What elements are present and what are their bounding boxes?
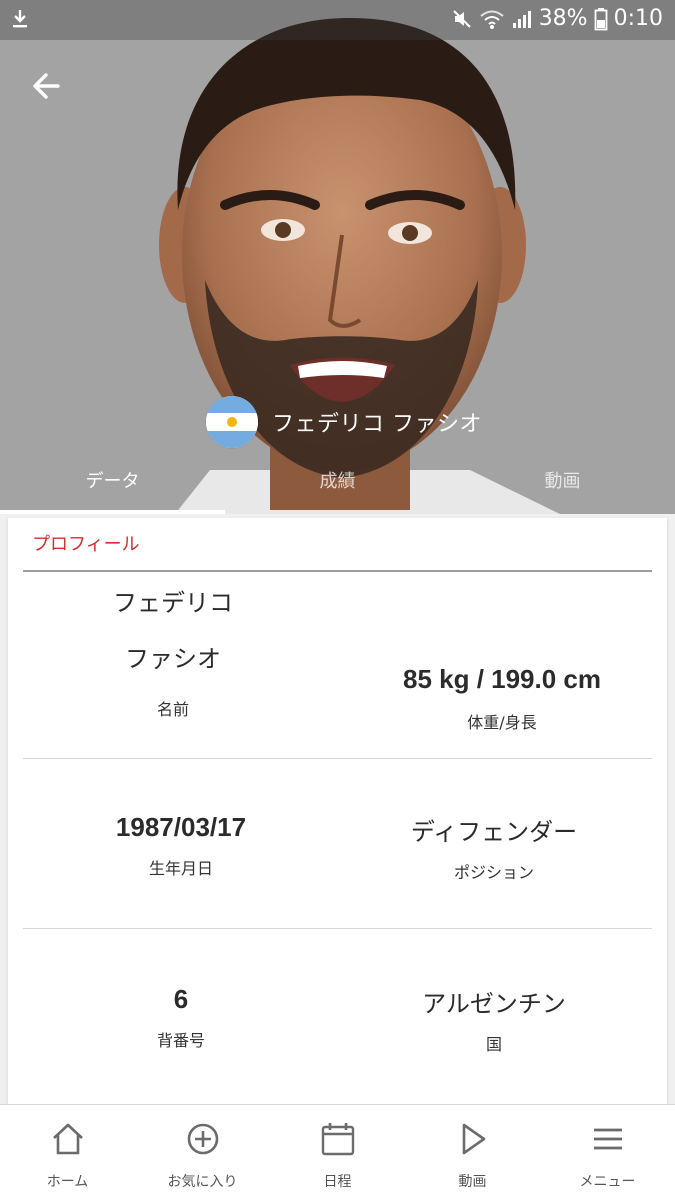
number-cell: 6 背番号 xyxy=(16,984,346,1051)
player-hero: 38% 0:10 フェデリコ ファシオ データ 成績 動画 xyxy=(0,0,675,514)
last-name: ファシオ xyxy=(125,645,221,673)
battery-percent: 38% xyxy=(538,6,588,31)
position-cell: ディフェンダー ポジション xyxy=(329,812,659,883)
nav-schedule[interactable]: 日程 xyxy=(270,1105,405,1200)
nav-home[interactable]: ホーム xyxy=(0,1105,135,1200)
weight-height-value: 85 kg / 199.0 cm xyxy=(402,664,602,694)
birthdate-value: 1987/03/17 xyxy=(115,812,247,842)
nav-schedule-label: 日程 xyxy=(323,1174,352,1190)
country-cell: アルゼンチン 国 xyxy=(329,984,659,1055)
profile-card: プロフィール フェデリコ ファシオ 名前 85 kg / 199.0 cm 体重… xyxy=(8,518,667,1108)
weight-height-label: 体重/身長 xyxy=(467,713,537,732)
player-profile-screen: 38% 0:10 フェデリコ ファシオ データ 成績 動画 プロフィール フェデ… xyxy=(0,0,675,1200)
name-label: 名前 xyxy=(156,700,189,719)
player-name-badge: フェデリコ ファシオ xyxy=(206,396,482,448)
profile-tabs: データ 成績 動画 xyxy=(0,458,675,514)
nav-menu-label: メニュー xyxy=(579,1174,636,1190)
battery-icon xyxy=(594,7,608,31)
add-circle-icon xyxy=(185,1121,221,1157)
divider xyxy=(23,758,652,759)
first-name: フェデリコ xyxy=(113,589,233,617)
bottom-navigation: ホーム お気に入り 日程 動画 メニュー xyxy=(0,1104,675,1200)
player-name: フェデリコ ファシオ xyxy=(272,412,482,437)
tab-stats[interactable]: 成績 xyxy=(225,458,450,514)
mute-icon xyxy=(451,8,473,30)
divider xyxy=(23,570,652,572)
download-icon xyxy=(10,8,30,36)
argentina-flag-icon xyxy=(206,396,258,448)
name-cell: フェデリコ ファシオ 名前 xyxy=(8,586,338,720)
status-bar: 38% 0:10 xyxy=(0,0,675,40)
nav-videos-label: 動画 xyxy=(458,1174,487,1190)
clock: 0:10 xyxy=(613,6,663,31)
birthdate-cell: 1987/03/17 生年月日 xyxy=(16,812,346,879)
wifi-icon xyxy=(479,8,505,30)
signal-icon xyxy=(511,8,533,30)
tab-videos[interactable]: 動画 xyxy=(450,458,675,514)
tab-data[interactable]: データ xyxy=(0,458,225,514)
divider xyxy=(23,928,652,929)
play-icon xyxy=(455,1121,491,1157)
birthdate-label: 生年月日 xyxy=(148,859,213,878)
country-value: アルゼンチン xyxy=(422,990,566,1018)
calendar-icon xyxy=(320,1121,356,1157)
country-label: 国 xyxy=(485,1035,502,1054)
menu-icon xyxy=(590,1121,626,1157)
nav-videos[interactable]: 動画 xyxy=(405,1105,540,1200)
weight-height-cell: 85 kg / 199.0 cm 体重/身長 xyxy=(337,664,667,733)
nav-favorites-label: お気に入り xyxy=(167,1174,238,1190)
nav-home-label: ホーム xyxy=(46,1174,89,1190)
number-value: 6 xyxy=(173,984,189,1014)
arrow-left-icon xyxy=(33,73,60,99)
home-icon xyxy=(50,1121,86,1157)
section-title: プロフィール xyxy=(32,534,140,555)
nav-favorites[interactable]: お気に入り xyxy=(135,1105,270,1200)
nav-menu[interactable]: メニュー xyxy=(540,1105,675,1200)
position-value: ディフェンダー xyxy=(410,818,578,846)
number-label: 背番号 xyxy=(156,1031,205,1050)
position-label: ポジション xyxy=(453,863,534,882)
back-button[interactable] xyxy=(28,66,68,106)
